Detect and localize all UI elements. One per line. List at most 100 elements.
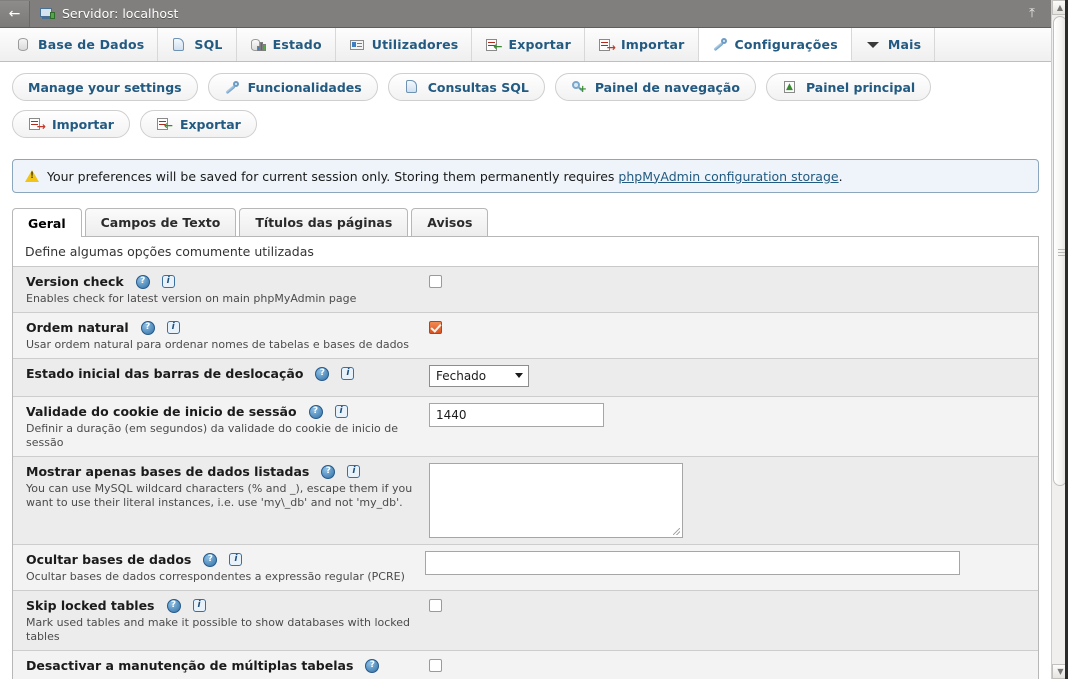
main-panel-icon: ▲ xyxy=(782,80,798,94)
version-check-checkbox[interactable] xyxy=(429,275,442,288)
pill-label: Painel de navegação xyxy=(594,79,740,95)
nav-tab-label: Configurações xyxy=(734,36,838,52)
nav-tab-exportar[interactable]: ← Exportar xyxy=(472,28,585,61)
setting-row-estado-inicial-barras: Estado inicial das barras de deslocação … xyxy=(13,359,1038,397)
help-icon[interactable]: ? xyxy=(308,404,323,419)
tab-label: Campos de Texto xyxy=(100,215,221,230)
setting-control-area xyxy=(429,273,1038,306)
scrollbar-grip-icon xyxy=(1058,249,1065,256)
main-navigation: Base de Dados SQL Estado Utilizadores ← … xyxy=(0,28,1051,62)
funcionalidades-button[interactable]: Funcionalidades xyxy=(207,73,378,101)
nav-tab-sql[interactable]: SQL xyxy=(158,28,237,61)
help-icon[interactable]: ? xyxy=(166,598,181,613)
nav-tab-estado[interactable]: Estado xyxy=(237,28,336,61)
setting-label-text: Version check xyxy=(26,274,124,289)
info-icon[interactable]: i xyxy=(347,465,361,478)
info-icon[interactable]: i xyxy=(229,553,243,566)
toolbar-row-primary: Manage your settings Funcionalidades Con… xyxy=(12,73,1039,101)
chevron-down-icon xyxy=(865,38,881,52)
wrench-icon xyxy=(712,37,728,52)
collapse-icon[interactable]: ⤒ xyxy=(1021,3,1043,23)
skip-locked-tables-checkbox[interactable] xyxy=(429,599,442,612)
pill-label: Importar xyxy=(52,116,114,132)
info-icon[interactable]: i xyxy=(334,405,348,418)
tab-campos-de-texto[interactable]: Campos de Texto xyxy=(84,208,237,236)
tab-geral[interactable]: Geral xyxy=(12,208,82,237)
setting-label-text: Estado inicial das barras de deslocação xyxy=(26,366,304,381)
help-icon[interactable]: ? xyxy=(203,552,218,567)
setting-description: You can use MySQL wildcard characters (%… xyxy=(26,482,413,509)
nav-tab-configuracoes[interactable]: Configurações xyxy=(698,28,852,61)
importar-button[interactable]: → Importar xyxy=(12,110,130,138)
hide-db-input[interactable] xyxy=(425,551,960,575)
pill-label: Consultas SQL xyxy=(427,79,529,95)
select-value: Fechado xyxy=(436,369,487,383)
only-db-textarea[interactable] xyxy=(429,463,683,538)
setting-label-text: Ordem natural xyxy=(26,320,129,335)
setting-description: Mark used tables and make it possible to… xyxy=(26,616,411,643)
users-card-icon xyxy=(349,38,365,52)
notice-text-before: Your preferences will be saved for curre… xyxy=(47,168,619,184)
nav-tab-label: Exportar xyxy=(508,37,571,52)
nav-tab-mais[interactable]: Mais xyxy=(852,28,936,61)
database-icon xyxy=(15,37,31,52)
info-icon[interactable]: i xyxy=(161,275,175,288)
tab-titulos-das-paginas[interactable]: Títulos das páginas xyxy=(239,208,409,236)
pill-label: Funcionalidades xyxy=(247,79,362,95)
window-titlebar: ← Servidor: localhost ⤒ xyxy=(0,0,1051,28)
chevron-down-icon xyxy=(515,373,523,378)
input-value: 1440 xyxy=(436,408,467,422)
setting-description: Enables check for latest version on main… xyxy=(26,292,357,305)
setting-label-text: Ocultar bases de dados xyxy=(26,552,192,567)
help-icon[interactable]: ? xyxy=(321,464,336,479)
setting-description: Definir a duração (em segundos) da valid… xyxy=(26,422,398,449)
setting-control-area: Fechado xyxy=(429,365,1038,390)
nav-tab-importar[interactable]: → Importar xyxy=(585,28,699,61)
tab-label: Títulos das páginas xyxy=(255,215,393,230)
manage-your-settings-button[interactable]: Manage your settings xyxy=(12,73,198,101)
sql-page-icon xyxy=(171,37,187,52)
nav-tab-utilizadores[interactable]: Utilizadores xyxy=(336,28,473,61)
setting-control-area: 1440 xyxy=(429,403,1038,450)
disable-multi-table-maintenance-checkbox[interactable] xyxy=(429,659,442,672)
info-icon[interactable]: i xyxy=(192,599,206,612)
ordem-natural-checkbox[interactable] xyxy=(429,321,442,334)
back-arrow-icon[interactable]: ← xyxy=(0,0,30,27)
help-icon[interactable]: ? xyxy=(365,658,380,673)
toolbar-row-secondary: → Importar ← Exportar xyxy=(12,110,1039,138)
initial-scrollbar-state-select[interactable]: Fechado xyxy=(429,365,529,387)
login-cookie-validity-input[interactable]: 1440 xyxy=(429,403,604,427)
pill-label: Exportar xyxy=(179,116,241,132)
exportar-button[interactable]: ← Exportar xyxy=(139,110,257,138)
nav-tab-base-de-dados[interactable]: Base de Dados xyxy=(2,28,159,61)
nav-tab-label: SQL xyxy=(194,37,223,52)
export-icon: ← xyxy=(485,38,502,52)
help-icon[interactable]: ? xyxy=(140,320,155,335)
help-icon[interactable]: ? xyxy=(135,274,150,289)
setting-row-desactivar-manutencao: Desactivar a manutenção de múltiplas tab… xyxy=(13,651,1038,679)
config-storage-link[interactable]: phpMyAdmin configuration storage xyxy=(618,169,838,184)
setting-label: Ordem natural ? i xyxy=(26,319,419,336)
tab-avisos[interactable]: Avisos xyxy=(411,208,489,236)
painel-principal-button[interactable]: ▲ Painel principal xyxy=(765,73,932,101)
pill-label: Manage your settings xyxy=(28,79,182,95)
server-icon xyxy=(40,7,56,21)
info-icon[interactable]: i xyxy=(341,367,355,380)
setting-row-ordem-natural: Ordem natural ? i Usar ordem natural par… xyxy=(13,313,1038,359)
setting-control-area xyxy=(425,551,1038,584)
setting-control-area xyxy=(429,319,1038,352)
info-icon[interactable]: i xyxy=(166,321,180,334)
setting-row-version-check: Version check ? i Enables check for late… xyxy=(13,267,1038,313)
notice-text-after: . xyxy=(838,168,843,184)
help-icon[interactable]: ? xyxy=(315,366,330,381)
setting-label-area: Skip locked tables ? i Mark used tables … xyxy=(13,597,429,644)
painel-de-navegacao-button[interactable]: + Painel de navegação xyxy=(554,73,756,101)
setting-label-text: Validade do cookie de inicio de sessão xyxy=(26,404,297,419)
sql-page-icon xyxy=(404,80,420,94)
setting-description: Ocultar bases de dados correspondentes a… xyxy=(26,570,405,583)
setting-label: Mostrar apenas bases de dados listadas ?… xyxy=(26,463,419,480)
form-description: Define algumas opções comumente utilizad… xyxy=(13,237,1038,267)
setting-control-area xyxy=(429,597,1038,644)
consultas-sql-button[interactable]: Consultas SQL xyxy=(387,73,545,101)
setting-label: Validade do cookie de inicio de sessão ?… xyxy=(26,403,419,420)
